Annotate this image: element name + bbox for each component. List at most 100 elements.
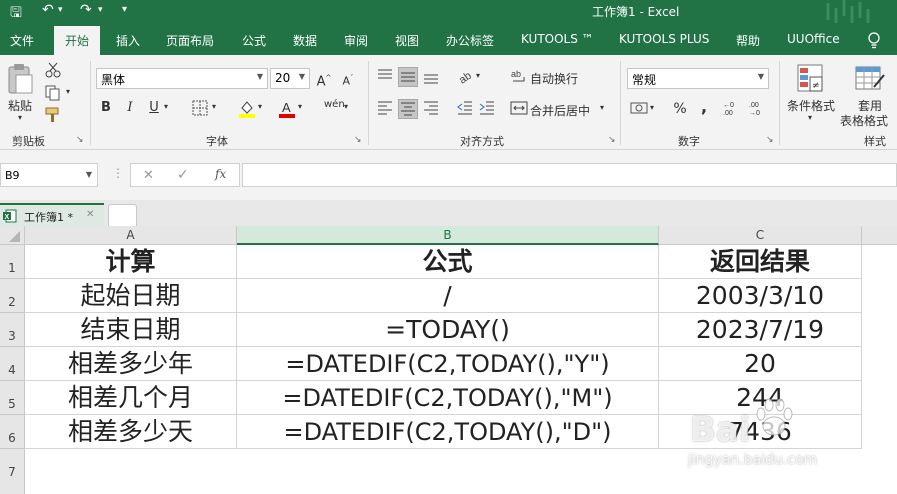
tab-file[interactable]: 文件 (10, 32, 34, 49)
cell-a6[interactable]: 相差多少天 (25, 415, 237, 449)
redo-icon[interactable]: ↷ (80, 2, 92, 18)
orientation-icon[interactable]: ab (456, 67, 474, 85)
tab-data[interactable]: 数据 (293, 32, 317, 49)
tab-help[interactable]: 帮助 (736, 32, 760, 49)
tab-office-tabs[interactable]: 办公标签 (446, 32, 494, 49)
number-format-select[interactable]: 常规 ▼ (627, 68, 769, 89)
column-header-d[interactable] (862, 226, 897, 245)
align-left-icon[interactable] (376, 99, 394, 117)
cell-a5[interactable]: 相差几个月 (25, 381, 237, 415)
percent-style-button[interactable]: % (670, 99, 690, 119)
align-middle-button[interactable] (398, 67, 418, 87)
orientation-dropdown-icon[interactable]: ▾ (476, 71, 480, 80)
undo-icon[interactable]: ↶ (42, 2, 54, 18)
number-launcher-icon[interactable]: ↘ (766, 135, 774, 145)
wrap-text-button[interactable]: 自动换行 (530, 70, 578, 87)
format-as-table-icon[interactable] (854, 63, 886, 95)
underline-button[interactable]: U (144, 98, 164, 118)
tab-formulas[interactable]: 公式 (242, 32, 266, 49)
insert-function-icon[interactable]: fx (215, 167, 226, 181)
column-header-b[interactable]: B (237, 226, 659, 245)
cell-a1[interactable]: 计算 (25, 245, 237, 279)
tab-view[interactable]: 视图 (395, 32, 419, 49)
row-header[interactable]: 5 (0, 381, 25, 415)
cell-b5[interactable]: =DATEDIF(C2,TODAY(),"M") (237, 381, 659, 415)
cell-a4[interactable]: 相差多少年 (25, 347, 237, 381)
cell-a2[interactable]: 起始日期 (25, 279, 237, 313)
phonetic-guide-button[interactable]: wén (324, 99, 345, 110)
cell-c1[interactable]: 返回结果 (659, 245, 862, 279)
cell-a3[interactable]: 结束日期 (25, 313, 237, 347)
borders-dropdown-icon[interactable]: ▾ (212, 102, 216, 111)
align-center-button[interactable] (398, 99, 418, 119)
fill-color-dropdown-icon[interactable]: ▾ (258, 102, 262, 111)
italic-button[interactable]: I (120, 98, 140, 118)
fill-color-icon[interactable] (238, 99, 256, 119)
close-icon[interactable]: ✕ (86, 209, 94, 220)
column-header-c[interactable]: C (659, 226, 862, 245)
row-header[interactable]: 7 (0, 449, 25, 494)
copy-icon[interactable] (44, 84, 62, 102)
increase-indent-icon[interactable] (478, 99, 496, 117)
cell-c4[interactable]: 20 (659, 347, 862, 381)
paste-dropdown-icon[interactable]: ▾ (18, 113, 22, 122)
align-bottom-icon[interactable] (422, 67, 440, 85)
cut-icon[interactable] (44, 61, 62, 79)
row-header[interactable]: 2 (0, 279, 25, 313)
underline-dropdown-icon[interactable]: ▾ (164, 102, 168, 111)
name-box[interactable]: B9 ▼ (0, 163, 98, 187)
bold-button[interactable]: B (96, 98, 116, 118)
column-header-a[interactable]: A (25, 226, 237, 245)
font-color-icon[interactable]: A (278, 99, 296, 119)
tab-review[interactable]: 审阅 (344, 32, 368, 49)
borders-icon[interactable] (192, 100, 208, 116)
row-header[interactable]: 4 (0, 347, 25, 381)
tab-home[interactable]: 开始 (54, 26, 101, 55)
workbook-tab[interactable]: X 工作簿1 * ✕ (0, 203, 104, 226)
accounting-format-icon[interactable] (630, 99, 650, 117)
tab-page-layout[interactable]: 页面布局 (166, 32, 214, 49)
cell-b2[interactable]: / (237, 279, 659, 313)
enter-icon[interactable]: ✓ (177, 167, 189, 183)
format-painter-icon[interactable] (44, 106, 64, 124)
customize-quick-access-icon[interactable]: ▾ (122, 4, 127, 15)
conditional-formatting-icon[interactable]: ≠ (796, 63, 826, 95)
copy-dropdown-icon[interactable]: ▾ (66, 87, 70, 96)
clipboard-launcher-icon[interactable]: ↘ (76, 135, 84, 145)
grow-font-button[interactable]: A^ (314, 68, 334, 89)
comma-style-button[interactable]: , (694, 97, 714, 117)
cell-c3[interactable]: 2023/7/19 (659, 313, 862, 347)
decrease-decimal-icon[interactable]: .00→0 (748, 99, 770, 117)
align-right-icon[interactable] (422, 99, 440, 117)
cell-b1[interactable]: 公式 (237, 245, 659, 279)
font-launcher-icon[interactable]: ↘ (354, 135, 362, 145)
conditional-formatting-button[interactable]: 条件格式 (787, 97, 835, 114)
tab-uuoffice[interactable]: UUOffice (787, 32, 840, 46)
cell-b3[interactable]: =TODAY() (237, 313, 659, 347)
paste-icon[interactable] (6, 63, 34, 95)
font-color-dropdown-icon[interactable]: ▾ (298, 102, 302, 111)
phonetic-dropdown-icon[interactable]: ▾ (344, 102, 348, 111)
tab-insert[interactable]: 插入 (116, 32, 140, 49)
lightbulb-icon[interactable] (866, 31, 882, 49)
merge-center-button[interactable]: 合并后居中 (530, 102, 590, 119)
select-all-corner[interactable] (0, 226, 25, 245)
shrink-font-button[interactable]: Aˇ (338, 68, 358, 88)
font-size-select[interactable]: 20 ▼ (270, 68, 310, 89)
undo-dropdown-icon[interactable]: ▾ (58, 5, 63, 15)
font-name-select[interactable]: 黑体 ▼ (96, 68, 268, 89)
alignment-launcher-icon[interactable]: ↘ (608, 135, 616, 145)
new-workbook-tab[interactable] (108, 204, 137, 226)
accounting-dropdown-icon[interactable]: ▾ (650, 103, 654, 112)
decrease-indent-icon[interactable] (456, 99, 474, 117)
cell-c2[interactable]: 2003/3/10 (659, 279, 862, 313)
cell-b6[interactable]: =DATEDIF(C2,TODAY(),"D") (237, 415, 659, 449)
cell-b4[interactable]: =DATEDIF(C2,TODAY(),"Y") (237, 347, 659, 381)
paste-button[interactable]: 粘贴 (8, 97, 32, 114)
row-header[interactable]: 1 (0, 245, 25, 279)
merge-dropdown-icon[interactable]: ▾ (600, 103, 604, 112)
tab-kutools-plus[interactable]: KUTOOLS PLUS (619, 32, 709, 46)
align-top-icon[interactable] (376, 67, 394, 85)
tab-kutools[interactable]: KUTOOLS ™ (521, 32, 594, 46)
merge-center-icon[interactable] (510, 99, 528, 117)
